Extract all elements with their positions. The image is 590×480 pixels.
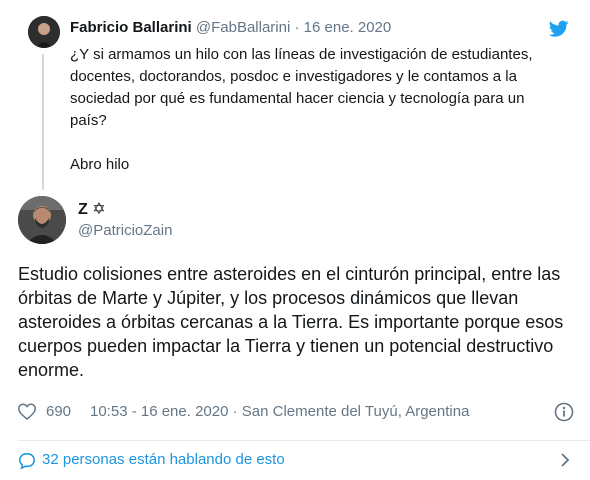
heart-icon[interactable] <box>17 403 37 424</box>
chevron-right-icon[interactable] <box>558 452 572 472</box>
parent-header: Fabricio Ballarini @FabBallarini · 16 en… <box>70 18 391 38</box>
tweet-text: Estudio colisiones entre asteroides en e… <box>18 264 564 380</box>
info-icon[interactable] <box>554 402 574 426</box>
parent-separator: · <box>294 19 300 36</box>
timestamp[interactable]: 10:53 - 16 ene. 2020 · San Clemente del … <box>90 402 469 422</box>
parent-tweet-text: ¿Y si armamos un hilo con las líneas de … <box>70 44 550 176</box>
parent-text-line: Abro hilo <box>70 156 130 173</box>
parent-date[interactable]: 16 ene. 2020 <box>304 19 392 36</box>
avatar[interactable] <box>18 196 66 244</box>
thread-line <box>42 54 44 190</box>
author-handle[interactable]: @PatricioZain <box>78 221 172 241</box>
parent-handle[interactable]: @FabBallarini <box>196 19 290 36</box>
divider <box>18 440 590 441</box>
twitter-bird-icon[interactable] <box>548 20 569 38</box>
author-name[interactable]: Z ✡ <box>78 200 106 220</box>
conversation-label[interactable]: 32 personas están hablando de esto <box>42 450 285 470</box>
like-count[interactable]: 690 <box>46 402 71 422</box>
parent-text-line: ¿Y si armamos un hilo con las líneas de … <box>70 46 533 129</box>
parent-author-name[interactable]: Fabricio Ballarini <box>70 19 192 36</box>
parent-avatar[interactable] <box>28 16 60 48</box>
tweet-embed-card: Fabricio Ballarini @FabBallarini · 16 en… <box>0 0 590 480</box>
tweet-meta: 690 10:53 - 16 ene. 2020 · San Clemente … <box>17 402 574 424</box>
speech-bubble-icon <box>18 452 36 474</box>
conversation-link[interactable]: 32 personas están hablando de esto <box>18 450 574 472</box>
